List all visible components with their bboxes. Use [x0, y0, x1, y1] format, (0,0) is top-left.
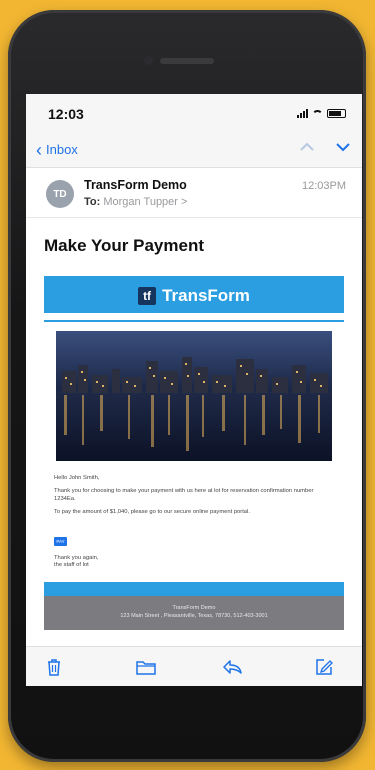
brand-banner: tf TransForm — [44, 276, 344, 316]
footer-company: TransForm Demo — [172, 605, 216, 611]
paragraph-1: Thank you for choosing to make your paym… — [54, 488, 314, 502]
message-nav-arrows — [300, 142, 350, 152]
signoff-line-2: the staff of lot — [54, 562, 89, 568]
paragraph-2: To pay the amount of $1,040, please go t… — [54, 509, 250, 515]
mail-screen: 12:03 ‹ Inbox TD TransForm Demo To: Morg… — [26, 94, 362, 686]
mail-toolbar — [26, 646, 362, 686]
footer-accent-bar — [44, 582, 344, 596]
back-to-inbox-button[interactable]: ‹ Inbox — [36, 139, 78, 160]
chevron-up-icon[interactable] — [300, 142, 314, 152]
avatar: TD — [46, 180, 74, 208]
banner-divider — [44, 320, 344, 322]
email-body: tf TransForm Hello John Smith, Thank you… — [44, 276, 344, 630]
trash-icon[interactable] — [44, 657, 64, 677]
email-subject: Make Your Payment — [44, 236, 204, 255]
greeting: Hello John Smith, — [54, 475, 100, 481]
back-label: Inbox — [46, 142, 78, 157]
battery-icon — [327, 109, 346, 118]
pay-button[interactable]: PAY — [54, 537, 67, 546]
recipient-name[interactable]: Morgan Tupper > — [103, 196, 187, 208]
signoff: Thank you again, the staff of lot — [54, 555, 98, 569]
footer-address: 123 Main Street , Pleasantville, Texas, … — [120, 613, 268, 619]
message-header: TD TransForm Demo To: Morgan Tupper > 12… — [26, 168, 362, 218]
brand-name: TransForm — [162, 286, 250, 305]
email-footer: TransForm Demo 123 Main Street , Pleasan… — [44, 596, 344, 630]
wifi-icon — [312, 109, 323, 118]
mail-nav-bar: ‹ Inbox — [26, 134, 362, 168]
message-timestamp: 12:03PM — [301, 180, 346, 192]
email-body-text: Hello John Smith, Thank you for choosing… — [54, 474, 324, 521]
sender-name[interactable]: TransForm Demo — [84, 178, 187, 192]
chevron-left-icon: ‹ — [36, 139, 42, 160]
status-icons — [297, 109, 346, 118]
to-label: To: — [84, 196, 101, 208]
front-camera — [144, 56, 153, 65]
folder-icon[interactable] — [136, 657, 156, 677]
status-bar: 12:03 — [26, 94, 362, 134]
brand-logo-icon: tf — [138, 287, 157, 305]
city-skyline-image — [56, 331, 332, 461]
compose-icon[interactable] — [314, 657, 334, 677]
status-time: 12:03 — [48, 106, 84, 122]
signoff-line-1: Thank you again, — [54, 555, 99, 561]
reply-icon[interactable] — [222, 657, 242, 677]
recipient-line: To: Morgan Tupper > — [84, 196, 187, 208]
chevron-down-icon[interactable] — [336, 142, 350, 152]
earpiece-speaker — [160, 58, 214, 64]
signal-icon — [297, 109, 308, 118]
